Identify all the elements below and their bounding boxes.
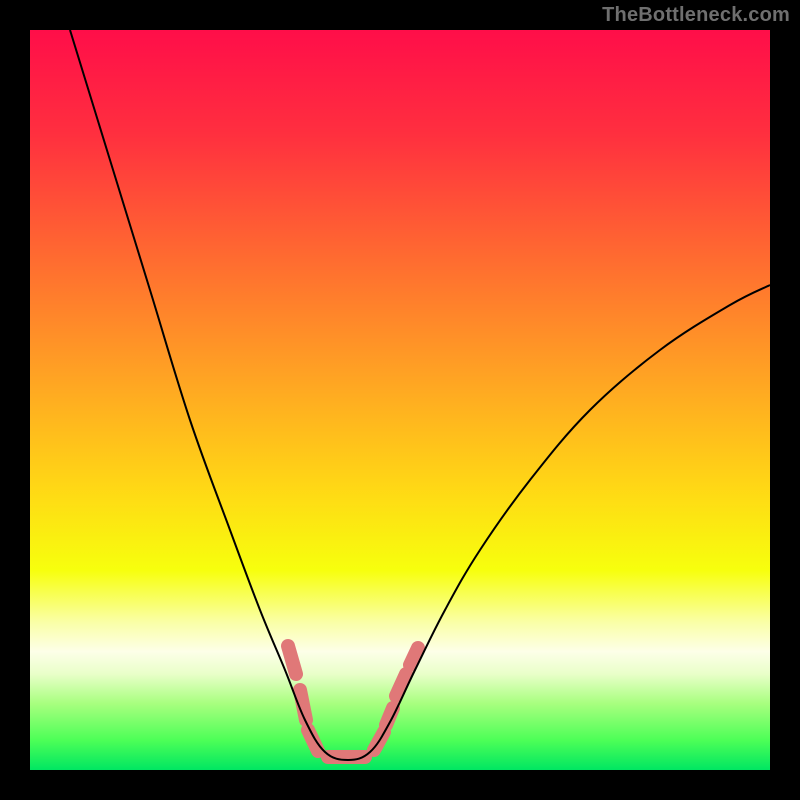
watermark-text: TheBottleneck.com [602, 4, 790, 27]
highlight-segments [288, 646, 418, 757]
plot-area [30, 30, 770, 770]
outer-frame: TheBottleneck.com [0, 0, 800, 800]
curve-layer [30, 30, 770, 770]
